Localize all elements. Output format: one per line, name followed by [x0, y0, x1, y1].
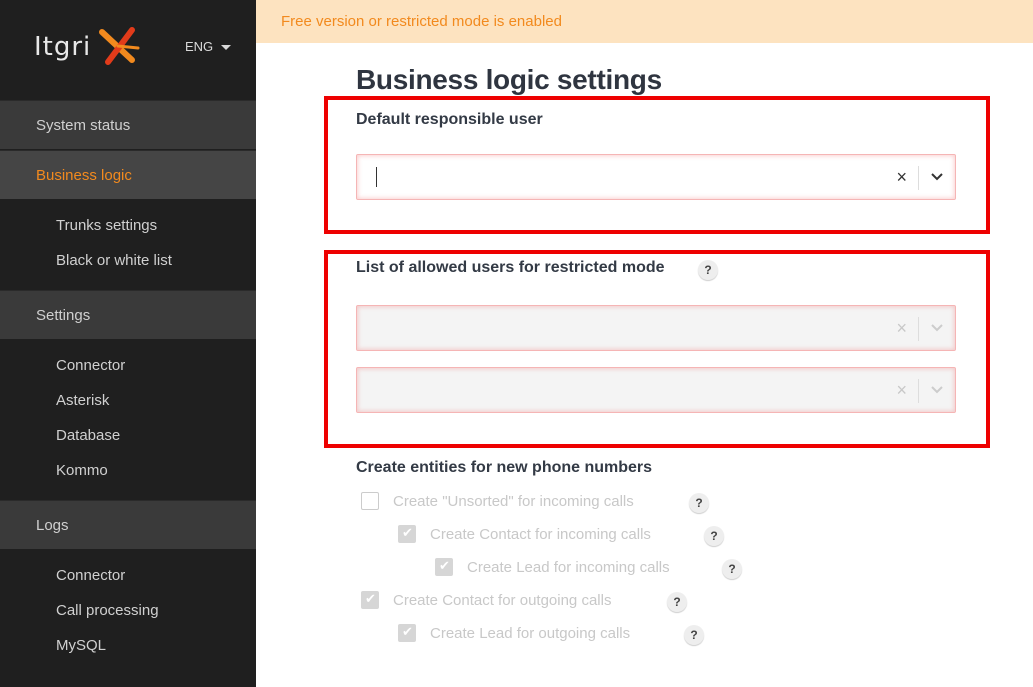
help-icon[interactable]: ? — [684, 625, 704, 645]
checkbox-contact-outgoing[interactable] — [361, 591, 379, 609]
nav-logs[interactable]: Logs — [0, 500, 256, 549]
language-label: ENG — [185, 39, 214, 54]
nav-logs-connector[interactable]: Connector — [56, 567, 125, 584]
checkbox-contact-incoming[interactable] — [398, 525, 416, 543]
checkbox-lead-incoming[interactable] — [435, 558, 453, 576]
help-icon[interactable]: ? — [704, 526, 724, 546]
entities-label: Create entities for new phone numbers — [356, 459, 653, 476]
nav-system-status[interactable]: System status — [0, 100, 256, 149]
nav-label: Business logic — [36, 166, 132, 184]
nav-settings[interactable]: Settings — [0, 290, 256, 339]
chevron-down-icon[interactable] — [929, 317, 945, 339]
page-title: Business logic settings — [356, 64, 662, 95]
nav-trunks-settings[interactable]: Trunks settings — [56, 217, 157, 234]
sidebar: Itgri ENG System status Business logic T… — [0, 0, 256, 687]
brand-area: Itgri ENG — [0, 0, 256, 100]
allowed-user-select-1[interactable]: × — [356, 305, 956, 351]
checkbox-label: Create Lead for incoming calls — [467, 558, 670, 576]
help-icon[interactable]: ? — [667, 592, 687, 612]
nav-label: Settings — [36, 306, 91, 324]
chevron-down-icon[interactable] — [929, 379, 945, 401]
banner-text: Free version or restricted mode is enabl… — [281, 13, 562, 30]
checkbox-unsorted-incoming[interactable] — [361, 492, 379, 510]
nav-settings-asterisk[interactable]: Asterisk — [56, 392, 109, 409]
nav-label: System status — [36, 116, 131, 134]
checkbox-row-lead-incoming[interactable]: Create Lead for incoming calls — [435, 558, 670, 576]
default-user-input[interactable] — [375, 166, 679, 190]
help-icon[interactable]: ? — [698, 260, 718, 280]
nav-label: Logs — [36, 516, 69, 534]
nav-business-logic[interactable]: Business logic — [0, 150, 256, 199]
select-separator — [918, 166, 919, 190]
nav-black-white-list[interactable]: Black or white list — [56, 252, 172, 269]
nav-settings-kommo[interactable]: Kommo — [56, 462, 108, 479]
nav-logs-mysql[interactable]: MySQL — [56, 637, 106, 654]
select-separator — [918, 379, 919, 403]
nav-logs-call-processing[interactable]: Call processing — [56, 602, 159, 619]
checkbox-label: Create Contact for outgoing calls — [393, 591, 612, 609]
default-user-select[interactable]: × — [356, 154, 956, 200]
checkbox-row-unsorted-incoming[interactable]: Create "Unsorted" for incoming calls — [361, 492, 634, 510]
checkbox-label: Create Contact for incoming calls — [430, 525, 651, 543]
checkbox-row-contact-incoming[interactable]: Create Contact for incoming calls — [398, 525, 651, 543]
clear-icon[interactable]: × — [896, 379, 907, 401]
allowed-users-label: List of allowed users for restricted mod… — [356, 259, 665, 276]
language-selector[interactable]: ENG — [185, 39, 232, 54]
checkbox-label: Create "Unsorted" for incoming calls — [393, 492, 634, 510]
clear-icon[interactable]: × — [896, 166, 907, 188]
default-user-label: Default responsible user — [356, 111, 543, 128]
logo-x-icon — [99, 27, 140, 65]
logo-text: Itgri — [34, 32, 92, 62]
checkbox-row-contact-outgoing[interactable]: Create Contact for outgoing calls — [361, 591, 611, 609]
caret-down-icon — [221, 45, 232, 50]
checkbox-row-lead-outgoing[interactable]: Create Lead for outgoing calls — [398, 624, 630, 642]
allowed-user-select-2[interactable]: × — [356, 367, 956, 413]
checkbox-lead-outgoing[interactable] — [398, 624, 416, 642]
help-icon[interactable]: ? — [689, 493, 709, 513]
clear-icon[interactable]: × — [896, 317, 907, 339]
nav-settings-connector[interactable]: Connector — [56, 357, 125, 374]
checkbox-label: Create Lead for outgoing calls — [430, 624, 631, 642]
nav-settings-database[interactable]: Database — [56, 427, 120, 444]
help-icon[interactable]: ? — [722, 559, 742, 579]
select-separator — [918, 317, 919, 341]
restricted-mode-banner: Free version or restricted mode is enabl… — [256, 0, 1033, 43]
text-cursor — [376, 167, 377, 187]
chevron-down-icon[interactable] — [929, 166, 945, 188]
